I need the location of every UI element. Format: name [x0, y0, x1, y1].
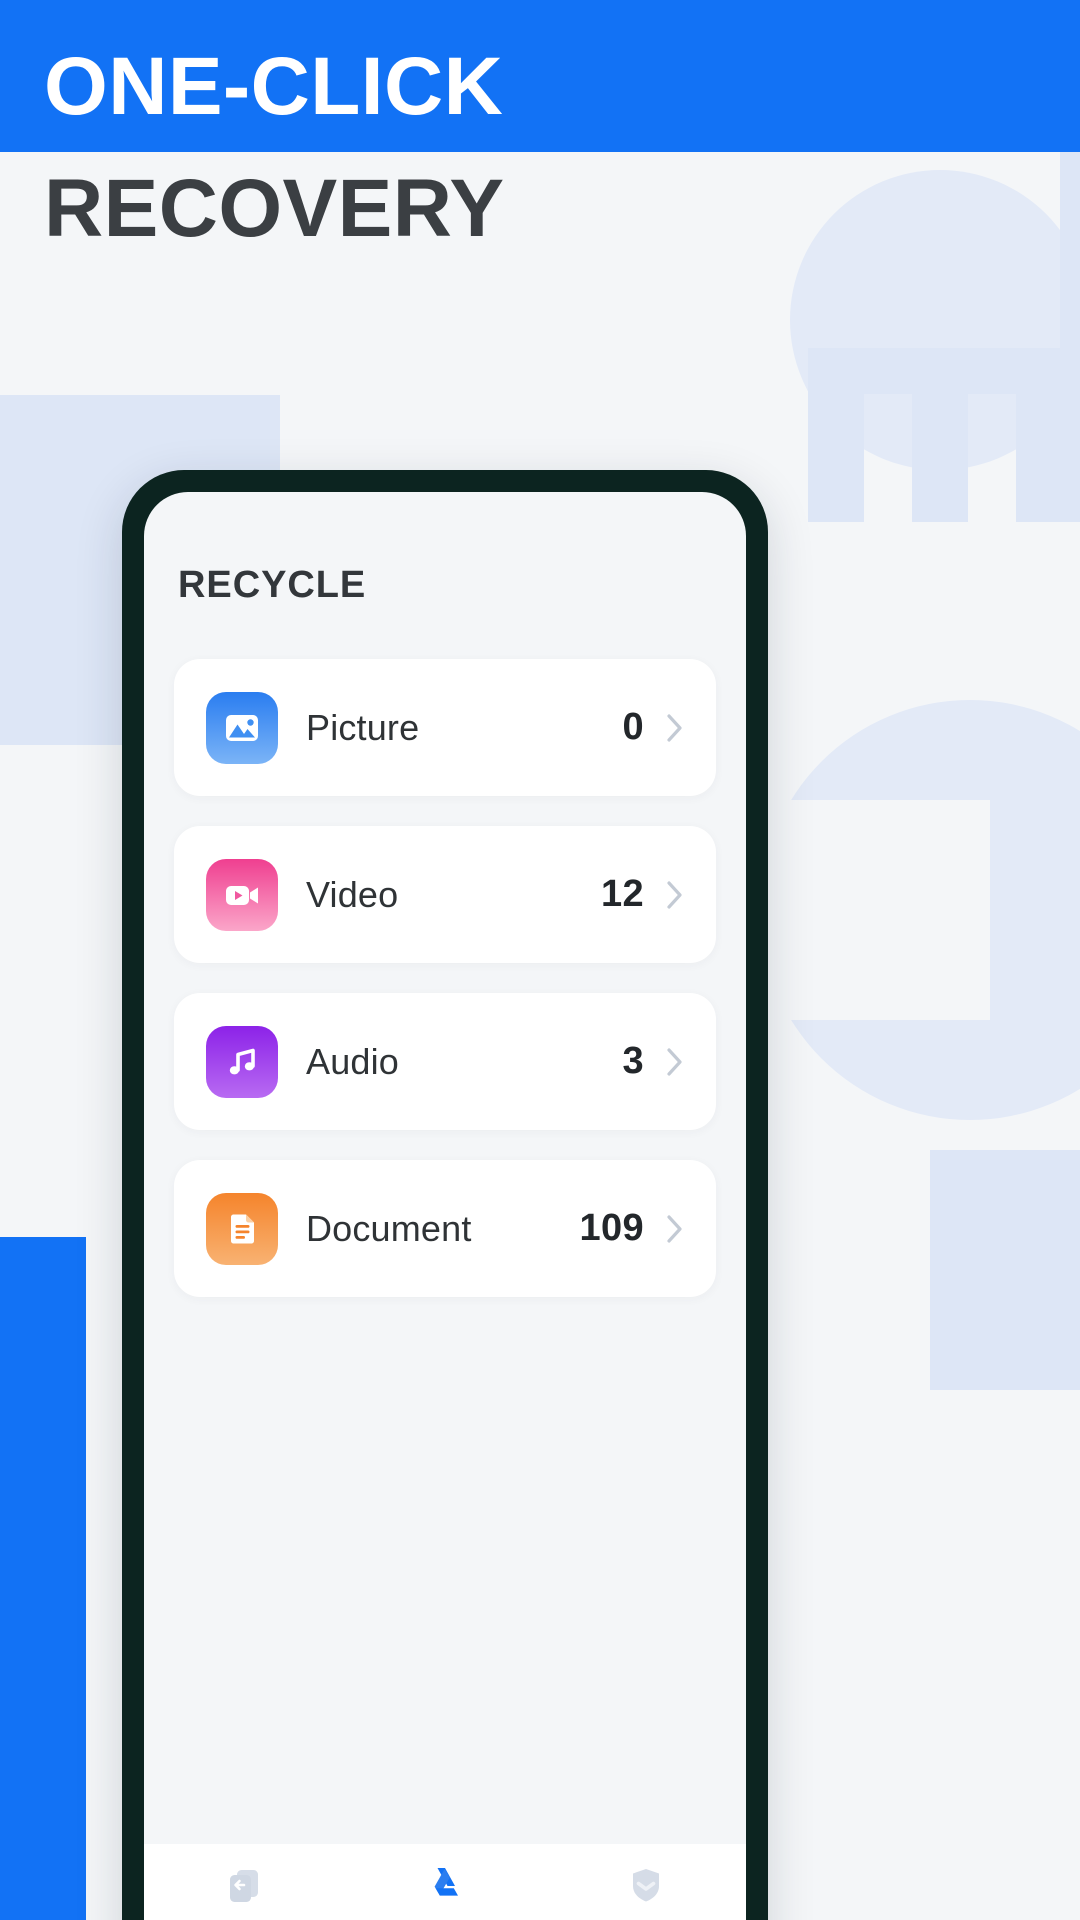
audio-icon [206, 1025, 278, 1098]
list-item-label: Document [306, 1207, 472, 1249]
recycle-icon [422, 1862, 468, 1908]
deco-bar-d [1016, 394, 1080, 522]
hero-title-line1: ONE-CLICK [44, 41, 504, 132]
tab-recover[interactable]: Recover [144, 1862, 345, 1920]
list-item-label: Audio [306, 1040, 399, 1082]
list-item-count: 0 [622, 706, 644, 748]
phone-screen: RECYCLE Picture 0 Video 12 Audio 3 Docum… [144, 492, 746, 1920]
deco-accent-rect-left [0, 1237, 86, 1920]
category-list: Picture 0 Video 12 Audio 3 Document 109 [174, 659, 716, 1297]
recover-icon [221, 1862, 267, 1908]
hero-title-line2: RECOVERY [44, 163, 505, 254]
promo-screenshot: W ONE-CLICK RECOVERY RECYCLE [0, 0, 1080, 1920]
list-item-label: Picture [306, 706, 420, 748]
list-item-label: Video [306, 873, 399, 915]
deco-rect-lower [930, 1150, 1080, 1390]
list-item-count: 109 [579, 1207, 644, 1249]
chevron-right-icon[interactable] [664, 1044, 686, 1080]
deco-block-m [808, 348, 1080, 394]
tab-protect[interactable]: Protect [545, 1862, 746, 1920]
list-item-picture[interactable]: Picture 0 [174, 659, 716, 796]
list-item-audio[interactable]: Audio 3 [174, 993, 716, 1130]
list-item-count: 12 [600, 873, 644, 915]
video-icon [206, 858, 278, 931]
deco-bar-c [912, 394, 968, 522]
chevron-right-icon[interactable] [664, 710, 686, 746]
screen-content: RECYCLE Picture 0 Video 12 Audio 3 Docum… [144, 492, 746, 1844]
page-title: RECYCLE [178, 564, 367, 606]
chevron-right-icon[interactable] [664, 877, 686, 913]
tab-recycle[interactable]: Recycle [345, 1862, 546, 1920]
phone-mockup: RECYCLE Picture 0 Video 12 Audio 3 Docum… [122, 470, 768, 1920]
picture-icon [206, 691, 278, 764]
bottom-navigation: Recover Recycle [144, 1844, 746, 1920]
document-icon [206, 1192, 278, 1265]
list-item-count: 3 [622, 1040, 644, 1082]
list-item-document[interactable]: Document 109 [174, 1160, 716, 1297]
deco-knockout-p [760, 800, 990, 1020]
chevron-right-icon[interactable] [664, 1211, 686, 1247]
deco-bar-b [808, 394, 864, 522]
list-item-video[interactable]: Video 12 [174, 826, 716, 963]
shield-icon [623, 1862, 669, 1908]
